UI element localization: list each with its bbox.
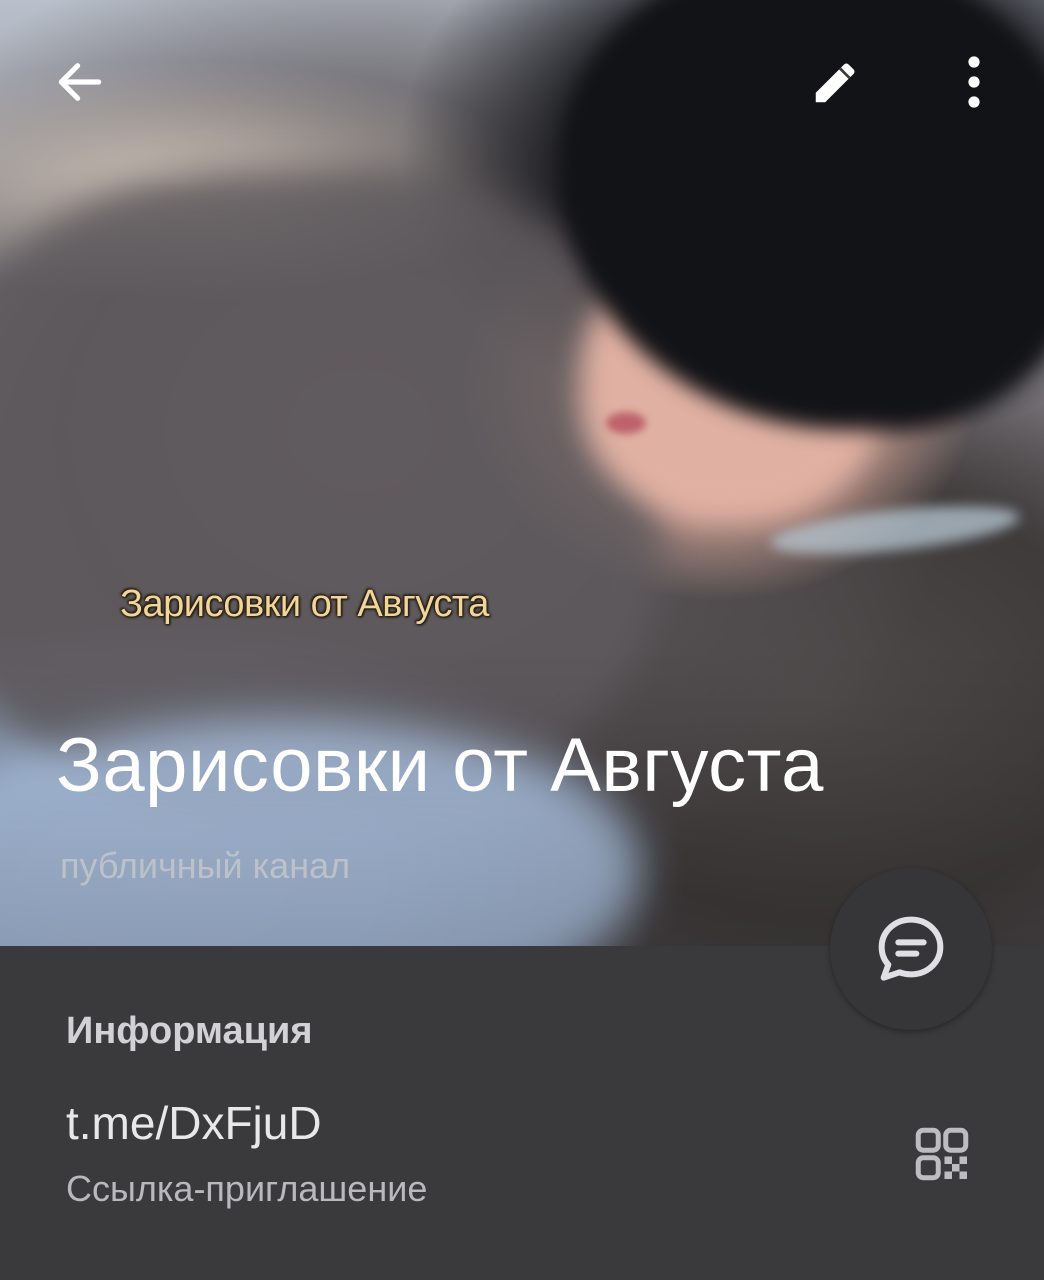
pencil-icon	[815, 63, 855, 103]
photo-collar-area	[768, 497, 1022, 563]
info-heading: Информация	[66, 1010, 313, 1052]
back-button[interactable]	[40, 42, 120, 122]
edit-button[interactable]	[796, 42, 876, 122]
channel-profile-screen: Зарисовки от Августа Зарисовки от Август…	[0, 0, 1044, 1280]
arrow-left-icon	[58, 63, 102, 101]
discussion-button[interactable]	[830, 868, 992, 1030]
more-options-button[interactable]	[934, 42, 1014, 122]
channel-title: Зарисовки от Августа	[56, 723, 824, 808]
chat-bubble-icon	[878, 916, 944, 981]
qr-code-icon	[915, 1127, 969, 1181]
photo-lips-area	[606, 412, 646, 434]
invite-link-label: Ссылка-приглашение	[66, 1168, 428, 1209]
invite-link[interactable]: t.me/DxFjuD	[66, 1096, 322, 1150]
photo-caption-text: Зарисовки от Августа	[120, 583, 489, 625]
qr-code-button[interactable]	[900, 1112, 984, 1196]
vertical-dots-icon	[968, 56, 980, 108]
channel-type-label: публичный канал	[60, 845, 351, 886]
